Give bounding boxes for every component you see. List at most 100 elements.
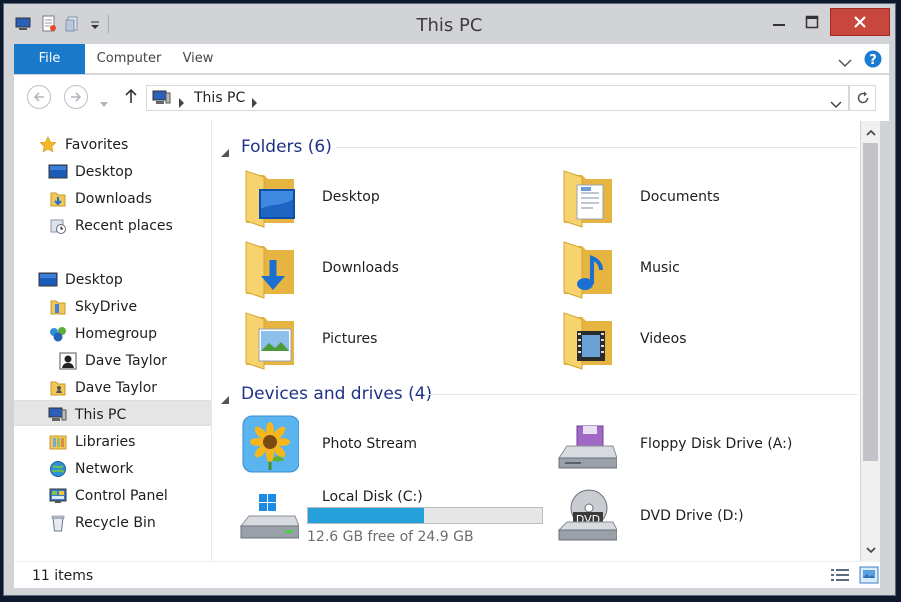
refresh-icon [857,91,868,104]
local-disk-icon [237,484,300,548]
tile-label: DVD Drive (D:) [640,508,744,524]
explorer-window: This PC File Computer View ? This PC Fav… [3,3,896,596]
tab-computer[interactable]: Computer [85,44,173,74]
chevron-up-icon [865,129,876,136]
downloads-folder-icon [237,236,299,300]
minimize-icon [773,24,785,26]
nav-item-label: This PC [75,406,127,423]
nav-item-label: Homegroup [75,325,158,342]
pictures-folder-icon [237,307,299,371]
desktop-icon [48,162,68,182]
folder-tile-pictures[interactable]: Pictures [237,307,517,371]
documents-folder-icon [555,165,617,229]
status-bar: 11 items [14,561,880,588]
folder-tile-music[interactable]: Music [555,236,835,300]
tile-label: Music [640,260,680,276]
help-icon[interactable]: ? [864,50,882,72]
desktop-icon [38,270,58,290]
nav-item-label: Downloads [75,190,152,207]
control-panel-icon [48,486,68,506]
maximize-icon [805,15,819,29]
downloads-folder-icon [48,189,68,209]
nav-item-label: SkyDrive [75,298,138,315]
tab-view[interactable]: View [173,44,223,74]
homegroup-icon [48,324,68,344]
maximize-button[interactable] [799,8,825,36]
nav-item-homegroup[interactable]: Homegroup [48,321,157,346]
refresh-button[interactable] [849,85,876,111]
nav-item-favorites[interactable]: Favorites [38,132,128,157]
minimize-button[interactable] [766,8,792,36]
group-label: Devices and drives (4) [241,384,433,404]
nav-item-control-panel[interactable]: Control Panel [48,483,168,508]
large-icons-view-icon[interactable] [859,566,879,588]
breadcrumb-this-pc[interactable]: This PC [194,90,245,106]
tile-label: Pictures [322,331,378,347]
user-folder-icon [48,378,68,398]
nav-item-label: Recent places [75,217,173,234]
breadcrumb-chevron-icon[interactable] [178,93,186,112]
back-button[interactable] [27,85,51,109]
tile-label: Photo Stream [322,436,418,452]
back-arrow-icon [33,92,44,102]
device-tile-photo-stream[interactable]: Photo Stream [237,412,517,476]
photo-stream-icon [237,412,300,476]
nav-item-recycle-bin[interactable]: Recycle Bin [48,510,156,535]
close-button[interactable] [830,8,890,36]
chevron-down-icon [865,546,876,553]
chevron-down-icon[interactable] [830,94,842,113]
toolbar-separator [108,15,109,33]
scroll-down-button[interactable] [861,539,880,561]
collapse-triangle-icon[interactable] [221,390,230,409]
user-avatar-icon [58,351,78,371]
folder-tile-videos[interactable]: Videos [555,307,835,371]
properties-icon[interactable] [40,15,58,33]
nav-item-label: Desktop [75,163,133,180]
tile-label: Videos [640,331,687,347]
forward-arrow-icon [71,92,82,102]
item-count: 11 items [32,568,94,584]
new-folder-icon[interactable] [64,15,82,33]
nav-item-desktop-fav[interactable]: Desktop [48,159,133,184]
device-tile-floppy-drive[interactable]: Floppy Disk Drive (A:) [555,412,835,476]
device-tile-dvd-drive[interactable]: DVD DVD Drive (D:) [555,484,835,548]
nav-item-label: Control Panel [75,487,168,504]
navigation-pane: Favorites Desktop Downloads Recent place… [14,121,211,561]
computer-icon[interactable] [14,15,32,33]
details-view-icon[interactable] [830,567,850,587]
nav-item-libraries[interactable]: Libraries [48,429,135,454]
svg-text:?: ? [869,53,877,68]
recent-locations-icon[interactable] [100,93,108,112]
nav-item-label: Libraries [75,433,136,450]
nav-item-dave-taylor-user[interactable]: Dave Taylor [58,348,167,373]
nav-item-network[interactable]: Network [48,456,133,481]
folder-tile-desktop[interactable]: Desktop [237,165,517,229]
up-arrow-icon[interactable] [124,88,138,108]
group-header-folders[interactable]: Folders (6) [212,136,858,158]
nav-item-desktop[interactable]: Desktop [38,267,123,292]
forward-button[interactable] [64,85,88,109]
address-bar[interactable]: This PC [146,85,849,111]
customize-toolbar-icon[interactable] [88,17,106,35]
tile-label: Local Disk (C:) [322,489,423,505]
tile-label: Floppy Disk Drive (A:) [640,436,793,452]
folder-tile-documents[interactable]: Documents [555,165,835,229]
vertical-scrollbar[interactable] [861,121,880,561]
nav-item-skydrive[interactable]: SkyDrive [48,294,137,319]
nav-item-this-pc[interactable]: This PC [48,402,126,427]
folder-tile-downloads[interactable]: Downloads [237,236,517,300]
breadcrumb-chevron-icon[interactable] [251,93,259,112]
expand-ribbon-icon[interactable] [838,53,852,72]
nav-item-dave-taylor-folder[interactable]: Dave Taylor [48,375,157,400]
scroll-thumb[interactable] [863,143,878,461]
tile-label: Documents [640,189,720,205]
collapse-triangle-icon[interactable] [221,143,230,162]
nav-item-recent-places[interactable]: Recent places [48,213,173,238]
group-header-devices[interactable]: Devices and drives (4) [212,383,858,405]
star-icon [38,135,58,155]
scroll-up-button[interactable] [861,121,880,143]
tab-file[interactable]: File [14,44,85,74]
group-label: Folders (6) [241,137,332,157]
nav-item-downloads[interactable]: Downloads [48,186,152,211]
libraries-icon [48,432,68,452]
